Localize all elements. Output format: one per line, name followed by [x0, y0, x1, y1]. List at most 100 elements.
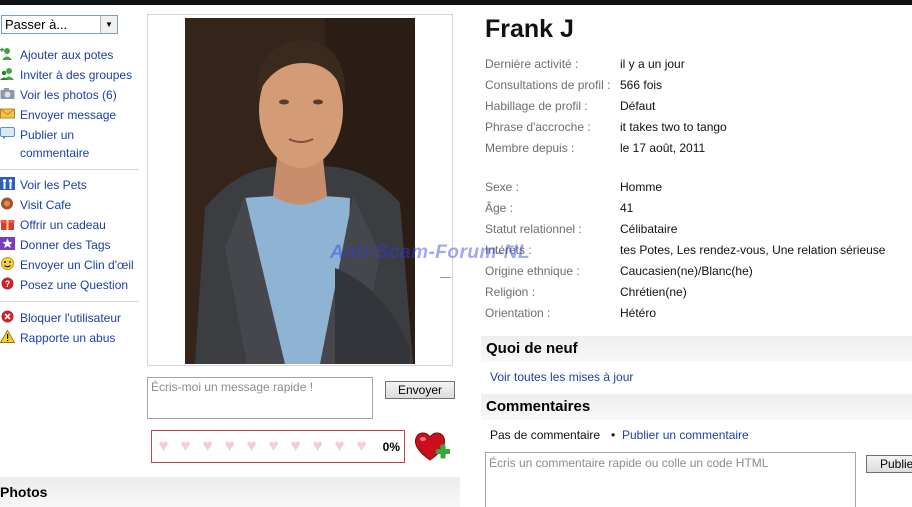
photos-section-title: Photos — [0, 484, 48, 500]
add-love-icon[interactable] — [413, 430, 451, 464]
envelope-icon — [0, 107, 15, 120]
field-value: Chrétien(ne) — [620, 285, 687, 299]
field-key: Statut relationnel : — [485, 222, 582, 236]
block-user-label[interactable]: Bloquer l'utilisateur — [20, 309, 121, 327]
field-value: it takes two to tango — [620, 120, 727, 134]
report-abuse-label[interactable]: Rapporte un abus — [20, 329, 115, 347]
profile-field-sex: Sexe : Homme — [485, 180, 910, 198]
bullet-separator: • — [611, 428, 616, 442]
heart-icon[interactable]: ♥ — [353, 437, 370, 454]
field-key: Consultations de profil : — [485, 78, 611, 92]
send-wink-label[interactable]: Envoyer un Clin d'œil — [20, 256, 134, 274]
profile-name: Frank J — [485, 15, 574, 43]
jump-to-label: Passer à... — [5, 17, 68, 32]
profile-field-interests: Intérêts : tes Potes, Les rendez-vous, U… — [485, 243, 910, 261]
watermark: Anti-Scam-Forum-NL — [330, 242, 531, 263]
view-pets-label[interactable]: Voir les Pets — [20, 176, 87, 194]
svg-text:?: ? — [5, 279, 11, 289]
wink-icon — [0, 257, 15, 270]
send-button[interactable]: Envoyer — [385, 381, 455, 399]
publish-button[interactable]: Publier — [866, 455, 912, 473]
field-value: il y a un jour — [620, 57, 685, 71]
profile-field-tagline: Phrase d'accroche : it takes two to tang… — [485, 120, 910, 138]
heart-icon[interactable]: ♥ — [309, 437, 326, 454]
profile-field-views: Consultations de profil : 566 fois — [485, 78, 910, 96]
rating-percent: 0% — [382, 440, 400, 454]
heart-icon[interactable]: ♥ — [287, 437, 304, 454]
profile-photo[interactable] — [185, 18, 415, 364]
star-icon — [0, 237, 15, 250]
question-icon: ? — [0, 277, 15, 290]
ask-question-label[interactable]: Posez une Question — [20, 276, 128, 294]
invite-group-label[interactable]: Inviter à des groupes — [20, 66, 132, 84]
profile-field-last-activity: Dernière activité : il y a un jour — [485, 57, 910, 75]
heart-icon[interactable]: ♥ — [243, 437, 260, 454]
top-bar — [0, 0, 912, 5]
field-key: Habillage de profil : — [485, 99, 588, 113]
block-icon — [0, 310, 15, 323]
field-key: Orientation : — [485, 306, 551, 320]
field-value: Hétéro — [620, 306, 657, 320]
warning-icon — [0, 329, 16, 343]
heart-icon[interactable]: ♥ — [221, 437, 238, 454]
photos-section-bar — [0, 477, 460, 507]
jump-to-select[interactable]: Passer à... ▼ — [1, 15, 118, 34]
heart-icon[interactable]: ♥ — [155, 437, 172, 454]
profile-field-age: Âge : 41 — [485, 201, 910, 219]
field-value: Défaut — [620, 99, 656, 113]
profile-field-orientation: Orientation : Hétéro — [485, 306, 910, 324]
field-value: 566 fois — [620, 78, 663, 92]
field-key: Membre depuis : — [485, 141, 575, 155]
offer-gift-label[interactable]: Offrir un cadeau — [20, 216, 106, 234]
rating-meter[interactable]: ♥ ♥ ♥ ♥ ♥ ♥ ♥ ♥ ♥ ♥ 0% — [151, 430, 405, 463]
view-photos-label[interactable]: Voir les photos (6) — [20, 86, 117, 104]
field-value: Célibataire — [620, 222, 678, 236]
publish-comment-label-1[interactable]: Publier un — [20, 126, 74, 144]
news-section-title: Quoi de neuf — [486, 340, 578, 357]
field-value-text: Potes, Les rendez-vous, Une relation sér… — [639, 243, 886, 257]
gift-icon — [0, 217, 15, 230]
divider — [0, 169, 139, 170]
pets-icon — [0, 177, 15, 190]
add-friend-icon — [0, 47, 15, 60]
divider — [440, 277, 451, 278]
field-value: Homme — [620, 180, 663, 194]
divider — [0, 301, 139, 302]
give-tags-label[interactable]: Donner des Tags — [20, 236, 111, 254]
heart-icon[interactable]: ♥ — [177, 437, 194, 454]
heart-icon[interactable]: ♥ — [199, 437, 216, 454]
profile-photo-frame — [147, 14, 453, 366]
field-key: Dernière activité : — [485, 57, 579, 71]
profile-field-religion: Religion : Chrétien(ne) — [485, 285, 910, 303]
profile-field-member-since: Membre depuis : le 17 août, 2011 — [485, 141, 910, 159]
field-key: Phrase d'accroche : — [485, 120, 591, 134]
field-value: Caucasien(ne)/Blanc(he) — [620, 264, 753, 278]
profile-field-theme: Habillage de profil : Défaut — [485, 99, 910, 117]
visit-cafe-label[interactable]: Visit Cafe — [20, 196, 71, 214]
no-comment-text: Pas de commentaire — [490, 428, 601, 442]
quick-message-input[interactable]: Écris-moi un message rapide ! — [147, 377, 373, 419]
camera-icon — [0, 87, 15, 100]
comments-section-title: Commentaires — [486, 398, 591, 415]
field-key: Sexe : — [485, 180, 520, 194]
comment-icon — [0, 127, 15, 140]
add-friend-label[interactable]: Ajouter aux potes — [20, 46, 113, 64]
field-value: 41 — [620, 201, 634, 215]
cafe-icon — [0, 197, 15, 210]
publish-comment-label-2[interactable]: commentaire — [20, 144, 89, 162]
profile-field-ethnicity: Origine ethnique : Caucasien(ne)/Blanc(h… — [485, 264, 910, 282]
comment-input[interactable]: Écris un commentaire rapide ou colle un … — [485, 452, 856, 507]
view-all-updates-link[interactable]: Voir toutes les mises à jour — [490, 370, 633, 384]
send-message-label[interactable]: Envoyer message — [20, 106, 116, 124]
chevron-down-icon[interactable]: ▼ — [100, 16, 117, 33]
field-value: le 17 août, 2011 — [620, 141, 706, 155]
field-key: Origine ethnique : — [485, 264, 580, 278]
publish-comment-link[interactable]: Publier un commentaire — [622, 428, 749, 442]
field-value: tes Potes, Les rendez-vous, Une relation… — [620, 243, 885, 257]
heart-icon[interactable]: ♥ — [265, 437, 282, 454]
field-key: Âge : — [485, 201, 514, 215]
profile-field-relationship: Statut relationnel : Célibataire — [485, 222, 910, 240]
heart-icon[interactable]: ♥ — [331, 437, 348, 454]
field-value-prefix: tes — [620, 243, 640, 257]
invite-group-icon — [0, 67, 15, 80]
